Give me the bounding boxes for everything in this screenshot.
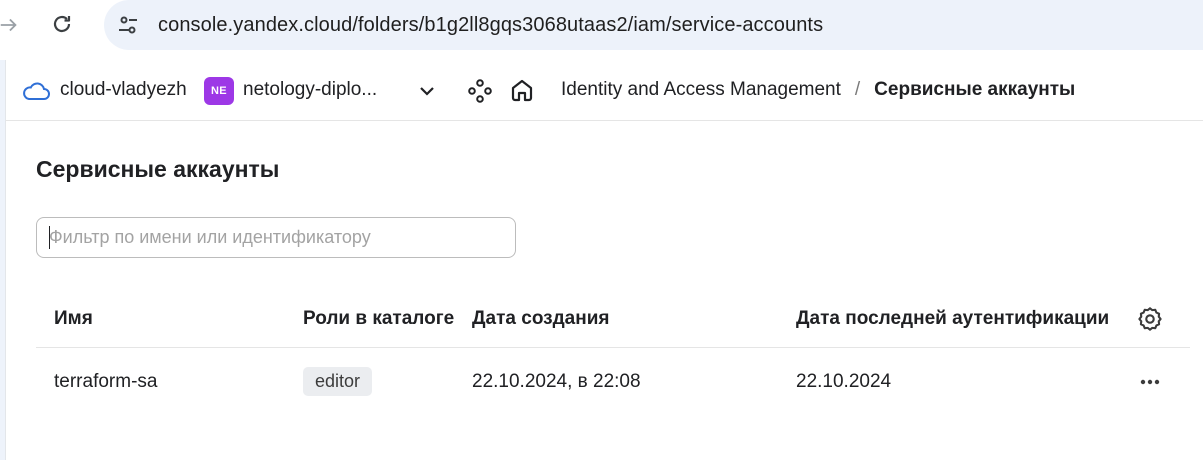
breadcrumb-separator: / <box>854 79 861 100</box>
chevron-down-icon[interactable] <box>416 80 438 102</box>
table-row[interactable]: terraform-sa editor 22.10.2024, в 22:08 … <box>36 348 1190 416</box>
account-name-cell[interactable]: terraform-sa <box>54 370 157 394</box>
folder-selector[interactable]: netology-diplo... <box>243 78 377 102</box>
column-header-created[interactable]: Дата создания <box>472 307 610 331</box>
arrow-right-icon[interactable] <box>0 14 20 36</box>
console-header: cloud-vladyezh NE netology-diplo... Iden… <box>6 60 1203 121</box>
tune-icon[interactable] <box>116 13 140 37</box>
services-icon[interactable] <box>467 78 493 104</box>
column-header-name[interactable]: Имя <box>54 307 93 331</box>
more-actions-icon[interactable] <box>1136 370 1164 394</box>
home-icon[interactable] <box>509 77 535 103</box>
page-title: Сервисные аккаунты <box>36 156 280 182</box>
text-caret <box>49 226 50 249</box>
folder-badge: NE <box>204 77 234 105</box>
filter-input[interactable] <box>36 217 516 258</box>
reload-icon[interactable] <box>50 12 74 36</box>
browser-toolbar: console.yandex.cloud/folders/b1g2ll8gqs3… <box>0 0 1203 50</box>
cloud-icon[interactable] <box>22 80 50 102</box>
column-header-last-auth[interactable]: Дата последней аутентификации <box>796 307 1109 331</box>
column-header-roles[interactable]: Роли в каталоге <box>303 307 454 331</box>
breadcrumb-current: Сервисные аккаунты <box>874 79 1076 100</box>
cloud-selector[interactable]: cloud-vladyezh <box>60 78 187 102</box>
breadcrumb: Identity and Access Management / Сервисные… <box>561 78 1075 102</box>
last-auth-date-cell: 22.10.2024 <box>796 371 892 392</box>
role-chip: editor <box>303 367 373 396</box>
url-text[interactable]: console.yandex.cloud/folders/b1g2ll8gqs3… <box>158 13 823 37</box>
gear-icon[interactable] <box>1136 305 1164 333</box>
created-date-cell: 22.10.2024, в 22:08 <box>472 371 641 392</box>
breadcrumb-service-link[interactable]: Identity and Access Management <box>561 79 841 100</box>
